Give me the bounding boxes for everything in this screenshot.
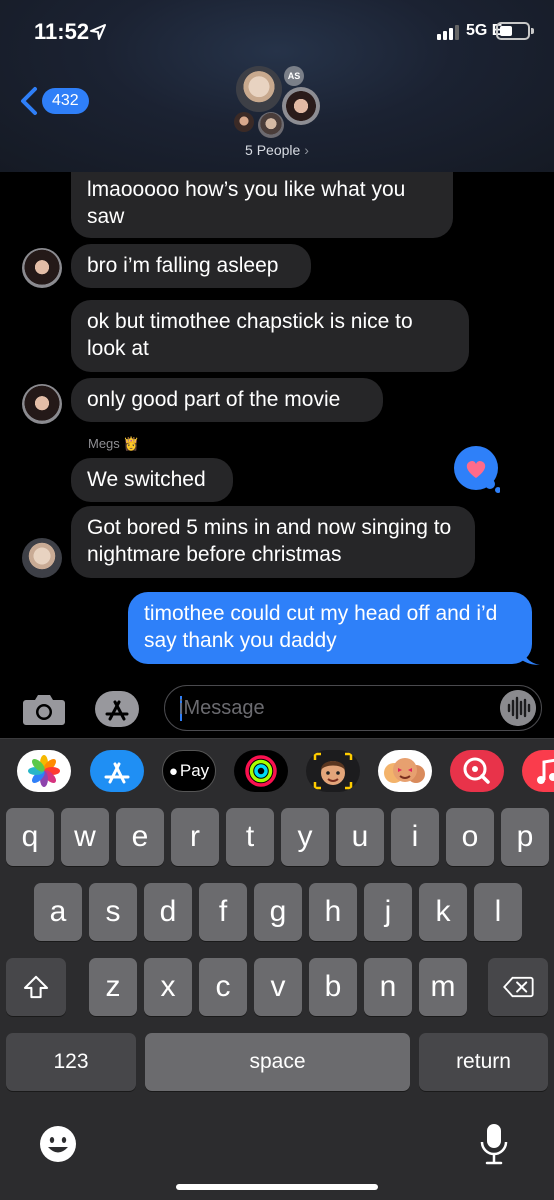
apple-logo-icon: ● xyxy=(168,762,178,780)
battery-icon xyxy=(496,22,534,40)
unread-count-badge: 432 xyxy=(42,88,89,114)
home-indicator[interactable] xyxy=(176,1184,378,1190)
key-f[interactable]: f xyxy=(199,883,247,941)
backspace-icon xyxy=(503,976,534,998)
shift-key[interactable] xyxy=(6,958,66,1016)
message-input[interactable] xyxy=(179,694,479,722)
group-name[interactable]: 5 People › xyxy=(0,142,554,158)
message-bubble[interactable]: Got bored 5 mins in and now singing to n… xyxy=(71,506,475,578)
key-g[interactable]: g xyxy=(254,883,302,941)
key-l[interactable]: l xyxy=(474,883,522,941)
location-arrow-icon xyxy=(90,24,106,40)
memoji-app-icon[interactable] xyxy=(306,750,360,792)
key-x[interactable]: x xyxy=(144,958,192,1016)
photos-app-icon[interactable] xyxy=(17,750,71,792)
key-w[interactable]: w xyxy=(61,808,109,866)
delete-key[interactable] xyxy=(488,958,548,1016)
status-time: 11:52 xyxy=(34,19,90,44)
group-name-label: 5 People xyxy=(245,142,301,158)
initials-avatar: AS xyxy=(284,66,304,86)
sender-name: Megs 👸 xyxy=(88,436,140,451)
message-text: bro i’m falling asleep xyxy=(87,254,279,277)
avatar xyxy=(282,87,320,125)
avatar xyxy=(258,112,284,138)
shift-icon xyxy=(23,975,49,999)
message-bubble[interactable]: bro i’m falling asleep xyxy=(71,244,311,288)
activity-app-icon[interactable] xyxy=(234,750,288,792)
key-q[interactable]: q xyxy=(6,808,54,866)
key-r[interactable]: r xyxy=(171,808,219,866)
sender-avatar xyxy=(22,248,62,288)
search-images-app-icon[interactable] xyxy=(450,750,504,792)
key-a[interactable]: a xyxy=(34,883,82,941)
avatar xyxy=(234,112,254,132)
message-input-field[interactable] xyxy=(164,685,542,731)
group-avatars[interactable]: AS xyxy=(228,62,328,144)
key-s[interactable]: s xyxy=(89,883,137,941)
chevron-left-icon xyxy=(21,87,37,115)
avatar xyxy=(236,66,282,112)
key-k[interactable]: k xyxy=(419,883,467,941)
key-o[interactable]: o xyxy=(446,808,494,866)
key-v[interactable]: v xyxy=(254,958,302,1016)
key-j[interactable]: j xyxy=(364,883,412,941)
microphone-icon[interactable] xyxy=(478,1122,510,1166)
status-bar: 11:52 5G E xyxy=(0,0,554,64)
app-store-icon[interactable] xyxy=(94,690,140,728)
chevron-right-icon: › xyxy=(304,142,309,158)
cellular-signal-icon xyxy=(437,24,461,40)
memoji-stickers-app-icon[interactable] xyxy=(378,750,432,792)
key-i[interactable]: i xyxy=(391,808,439,866)
message-text: ok but timothee chapstick is nice to loo… xyxy=(87,310,413,360)
emoji-icon[interactable] xyxy=(38,1124,78,1164)
key-y[interactable]: y xyxy=(281,808,329,866)
message-bubble[interactable]: We switched xyxy=(71,458,233,502)
key-h[interactable]: h xyxy=(309,883,357,941)
keyboard: q w e r t y u i o p a s d f g h j k l z … xyxy=(0,806,554,1200)
key-m[interactable]: m xyxy=(419,958,467,1016)
key-p[interactable]: p xyxy=(501,808,549,866)
return-key[interactable]: return xyxy=(419,1033,548,1091)
key-u[interactable]: u xyxy=(336,808,384,866)
message-bubble[interactable]: lmaooooo how’s you like what you saw xyxy=(71,172,453,238)
message-bubble-outgoing[interactable]: timothee could cut my head off and i’d s… xyxy=(128,592,532,664)
message-text: lmaooooo how’s you like what you saw xyxy=(87,178,406,228)
key-b[interactable]: b xyxy=(309,958,357,1016)
app-store-app-icon[interactable] xyxy=(90,750,144,792)
key-e[interactable]: e xyxy=(116,808,164,866)
back-button[interactable]: 432 xyxy=(18,84,89,118)
message-bubble[interactable]: only good part of the movie xyxy=(71,378,383,422)
heart-reaction-icon[interactable] xyxy=(452,446,500,494)
sender-avatar xyxy=(22,384,62,424)
audio-message-icon[interactable] xyxy=(500,690,536,726)
message-bubble[interactable]: ok but timothee chapstick is nice to loo… xyxy=(71,300,469,372)
message-text: timothee could cut my head off and i’d s… xyxy=(144,602,498,652)
space-key[interactable]: space xyxy=(145,1033,410,1091)
camera-icon[interactable] xyxy=(22,692,66,726)
message-thread[interactable]: lmaooooo how’s you like what you saw bro… xyxy=(0,172,554,682)
key-d[interactable]: d xyxy=(144,883,192,941)
sender-avatar xyxy=(22,538,62,578)
message-text: We switched xyxy=(87,468,206,491)
numbers-key[interactable]: 123 xyxy=(6,1033,136,1091)
key-c[interactable]: c xyxy=(199,958,247,1016)
key-z[interactable]: z xyxy=(89,958,137,1016)
bubble-tail xyxy=(522,646,540,665)
key-n[interactable]: n xyxy=(364,958,412,1016)
message-text: only good part of the movie xyxy=(87,388,341,411)
compose-bar xyxy=(0,682,554,736)
music-app-icon[interactable] xyxy=(522,750,554,792)
imessage-app-drawer: ● Pay xyxy=(0,738,554,806)
conversation-header: 11:52 5G E 432 AS 5 People › xyxy=(0,0,554,172)
message-text: Got bored 5 mins in and now singing to n… xyxy=(87,516,452,566)
apple-pay-label: Pay xyxy=(179,761,210,780)
key-t[interactable]: t xyxy=(226,808,274,866)
apple-pay-app-icon[interactable]: ● Pay xyxy=(162,750,216,792)
